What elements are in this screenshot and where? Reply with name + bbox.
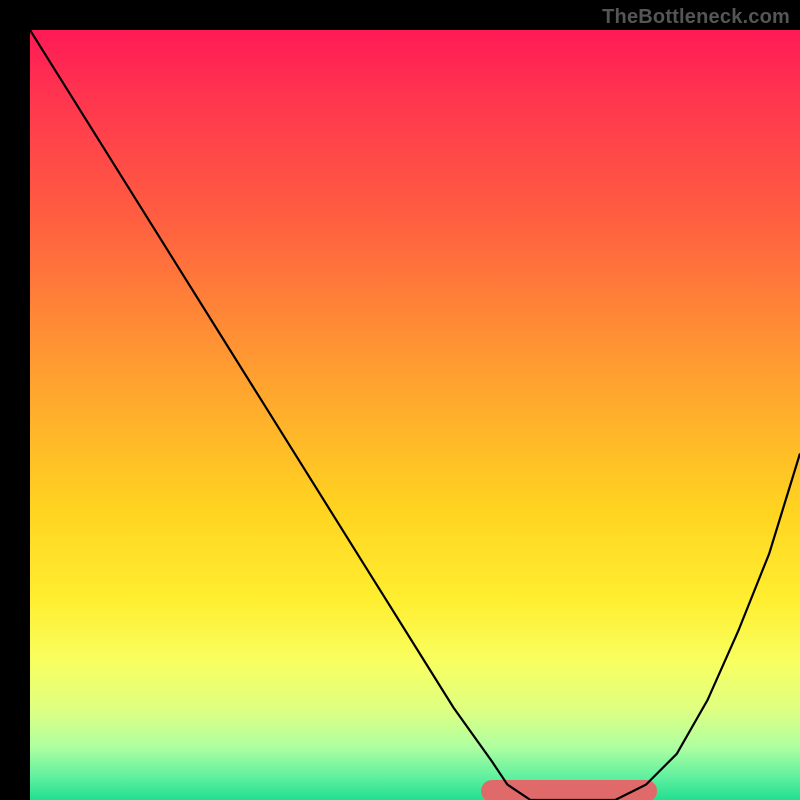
chart-frame: TheBottleneck.com: [0, 0, 800, 800]
data-curve: [30, 30, 800, 800]
chart-svg: [30, 30, 800, 800]
plot-area: [30, 30, 800, 800]
watermark-text: TheBottleneck.com: [602, 6, 790, 29]
